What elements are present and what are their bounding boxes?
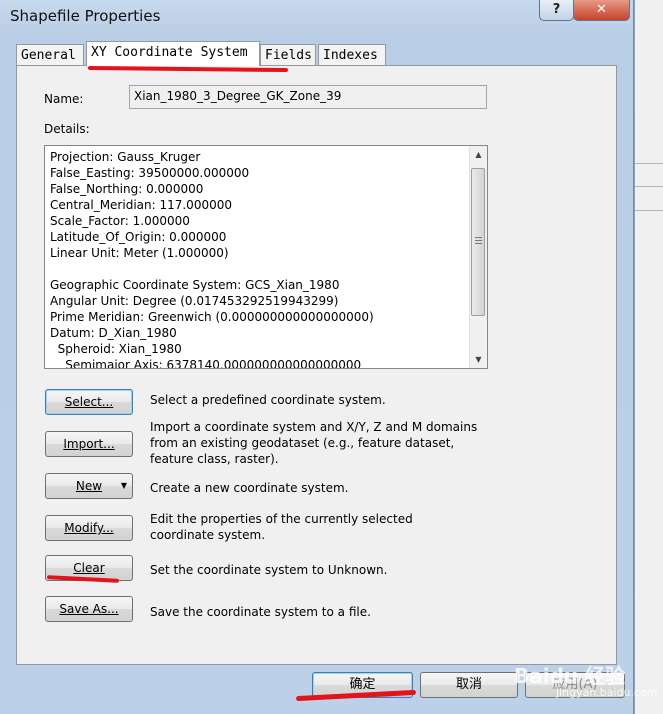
dropdown-arrow-icon: ▼ — [120, 481, 127, 490]
details-line: Linear Unit: Meter (1.000000) — [50, 246, 229, 260]
details-line: Spheroid: Xian_1980 — [50, 342, 182, 356]
divider — [635, 186, 663, 187]
details-line: Geographic Coordinate System: GCS_Xian_1… — [50, 278, 340, 292]
tab-xy-coordinate-system[interactable]: XY Coordinate System — [86, 41, 260, 66]
name-label: Name: — [44, 92, 84, 106]
details-textbox[interactable]: Projection: Gauss_Kruger False_Easting: … — [44, 145, 488, 369]
new-dropdown-button[interactable]: New ▼ — [45, 473, 133, 499]
scroll-thumb[interactable] — [471, 168, 485, 316]
scroll-up-arrow-icon[interactable]: ▲ — [470, 146, 487, 163]
divider — [635, 163, 663, 164]
save-as-description: Save the coordinate system to a file. — [150, 605, 371, 619]
clear-description: Set the coordinate system to Unknown. — [150, 563, 388, 577]
help-button[interactable]: ? — [539, 0, 574, 21]
import-button[interactable]: Import... — [45, 431, 133, 457]
select-button-label: Select... — [64, 395, 114, 409]
details-line: Angular Unit: Degree (0.0174532925199432… — [50, 294, 339, 308]
details-line: Projection: Gauss_Kruger — [50, 150, 201, 164]
details-line: Prime Meridian: Greenwich (0.00000000000… — [50, 310, 374, 324]
modify-button-label: Modify... — [64, 521, 114, 535]
save-as-button-label: Save As... — [59, 602, 119, 616]
details-line: False_Easting: 39500000.000000 — [50, 166, 250, 180]
import-button-label: Import... — [63, 437, 115, 451]
title-bar[interactable]: Shapefile Properties ? ✕ — [0, 0, 633, 36]
baidu-watermark-url: jingyan.baidu.com — [556, 686, 658, 699]
window-title: Shapefile Properties — [10, 7, 161, 25]
tab-general[interactable]: General — [16, 44, 84, 65]
background-window-edge — [634, 0, 663, 714]
details-label: Details: — [44, 122, 90, 136]
scroll-down-arrow-icon[interactable]: ▼ — [470, 351, 487, 368]
shapefile-properties-dialog: Shapefile Properties ? ✕ General XY Coor… — [0, 0, 634, 714]
tab-indexes[interactable]: Indexes — [318, 44, 386, 65]
baidu-watermark-logo: Baidu 经验 — [514, 664, 626, 688]
details-line — [50, 261, 374, 277]
import-description: Import a coordinate system and X/Y, Z an… — [150, 420, 478, 466]
details-line: Central_Meridian: 117.000000 — [50, 198, 232, 212]
clear-button-label: Clear — [73, 561, 105, 575]
details-scrollbar[interactable]: ▲ ▼ — [469, 146, 487, 368]
select-button[interactable]: Select... — [45, 389, 133, 415]
new-description: Create a new coordinate system. — [150, 481, 349, 495]
details-line: False_Northing: 0.000000 — [50, 182, 204, 196]
name-field[interactable]: Xian_1980_3_Degree_GK_Zone_39 — [129, 85, 487, 109]
details-lines: Projection: Gauss_Kruger False_Easting: … — [50, 149, 374, 369]
grip-line — [475, 240, 482, 241]
cancel-button[interactable]: 取消 — [420, 672, 518, 698]
grip-line — [475, 237, 482, 238]
new-button-label: New — [75, 479, 103, 493]
divider — [635, 210, 663, 211]
grip-line — [475, 243, 482, 244]
details-line: Datum: D_Xian_1980 — [50, 326, 177, 340]
details-line: Scale_Factor: 1.000000 — [50, 214, 190, 228]
save-as-button[interactable]: Save As... — [45, 596, 133, 622]
modify-button[interactable]: Modify... — [45, 515, 133, 541]
select-description: Select a predefined coordinate system. — [150, 393, 386, 407]
modify-description: Edit the properties of the currently sel… — [150, 512, 413, 542]
details-line: Semimajor Axis: 6378140.0000000000000000… — [50, 358, 362, 369]
tab-fields[interactable]: Fields — [260, 44, 316, 65]
details-line: Latitude_Of_Origin: 0.000000 — [50, 230, 227, 244]
close-button[interactable]: ✕ — [573, 0, 630, 21]
